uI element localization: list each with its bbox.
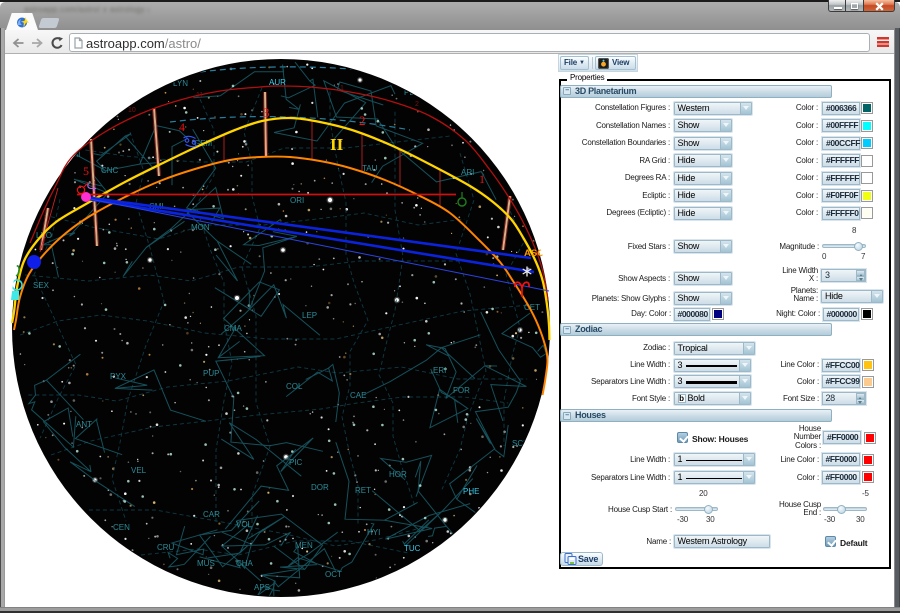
svg-text:4: 4 [179,120,185,134]
svg-text:10: 10 [128,107,136,114]
svg-text:1: 1 [340,85,344,92]
svg-text:5: 5 [83,164,89,178]
svg-text:APS: APS [254,583,270,592]
svg-text:GRU: GRU [464,524,482,533]
svg-text:LYN: LYN [173,79,188,88]
svg-text:VOL: VOL [236,520,253,529]
svg-text:HOR: HOR [389,470,407,479]
svg-text:ARI: ARI [461,168,474,177]
svg-text:PER: PER [404,88,421,97]
svg-text:CAR: CAR [203,510,220,519]
svg-text:PHE: PHE [463,487,479,496]
svg-text:OCT: OCT [325,570,342,579]
svg-text:PIC: PIC [289,458,303,467]
svg-text:CHA: CHA [236,559,254,568]
svg-text:SCL: SCL [512,439,528,448]
svg-text:COL: COL [286,382,303,391]
svg-text:CMA: CMA [224,324,242,333]
svg-text:3: 3 [263,105,270,120]
svg-text:CRU: CRU [157,543,175,552]
svg-text:FOR: FOR [453,386,470,395]
svg-text:HYI: HYI [367,528,380,537]
svg-text:MON: MON [191,223,210,232]
svg-text:ERI: ERI [433,366,446,375]
svg-text:II: II [330,135,344,154]
svg-text:MEN: MEN [295,541,313,550]
svg-text:11: 11 [196,92,203,99]
svg-text:RET: RET [355,486,371,495]
svg-text:ORI: ORI [290,196,304,205]
svg-text:PUP: PUP [203,369,219,378]
svg-text:SEX: SEX [33,281,50,290]
svg-text:2: 2 [359,113,366,128]
svg-text:CAE: CAE [350,391,366,400]
svg-text:CEN: CEN [113,523,130,532]
svg-text:LEP: LEP [302,311,317,320]
svg-text:PYX: PYX [110,372,127,381]
svg-text:ANT: ANT [76,420,92,429]
svg-text:1: 1 [479,172,485,186]
svg-text:DOR: DOR [311,483,329,492]
svg-text:CNC: CNC [101,166,119,175]
svg-text:TUC: TUC [404,544,421,553]
svg-text:MUS: MUS [197,559,215,568]
svg-text:VEL: VEL [131,466,147,475]
svg-text:2: 2 [415,101,419,108]
